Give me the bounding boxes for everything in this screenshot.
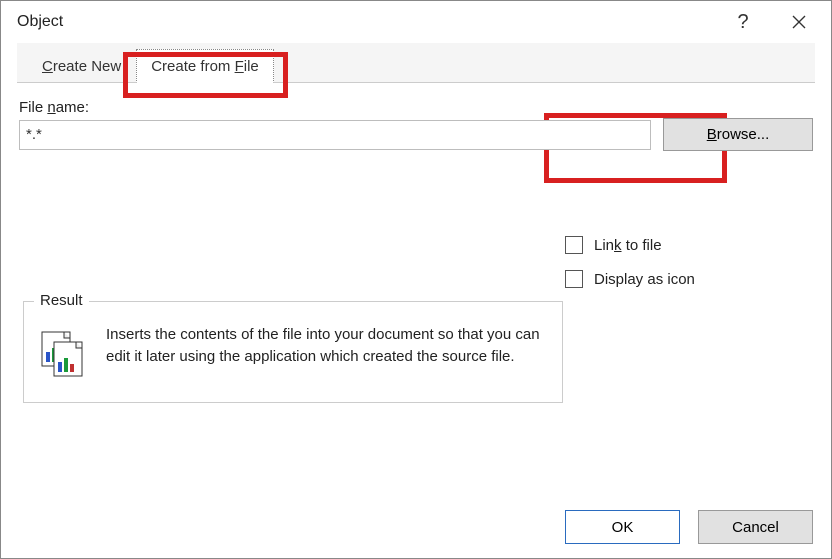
browse-button[interactable]: Browse... (663, 118, 813, 151)
link-to-file-input[interactable] (565, 236, 583, 254)
document-chart-icon (38, 324, 92, 378)
help-button[interactable]: ? (715, 1, 771, 43)
display-as-icon-input[interactable] (565, 270, 583, 288)
dialog-content: File name: Browse... Link to file Displa… (1, 83, 831, 558)
display-as-icon-checkbox[interactable]: Display as icon (561, 267, 695, 291)
result-group: Result Inserts the contents of the file … (23, 301, 563, 403)
object-dialog: Object ? Create New Create from File Fil… (0, 0, 832, 559)
ok-button[interactable]: OK (565, 510, 680, 544)
dialog-title: Object (17, 13, 63, 31)
result-legend: Result (34, 292, 89, 309)
close-button[interactable] (771, 1, 827, 43)
button-row: OK Cancel (565, 510, 813, 544)
file-name-input[interactable] (19, 120, 651, 150)
tab-create-from-file[interactable]: Create from File (136, 49, 274, 83)
tab-create-new[interactable]: Create New (27, 49, 136, 83)
title-bar: Object ? (1, 1, 831, 43)
close-icon (792, 15, 806, 29)
file-name-label: File name: (19, 99, 813, 116)
display-as-icon-label: Display as icon (594, 271, 695, 288)
link-to-file-checkbox[interactable]: Link to file (561, 233, 695, 257)
tab-row: Create New Create from File (17, 43, 815, 83)
result-text: Inserts the contents of the file into yo… (106, 324, 548, 378)
cancel-button[interactable]: Cancel (698, 510, 813, 544)
